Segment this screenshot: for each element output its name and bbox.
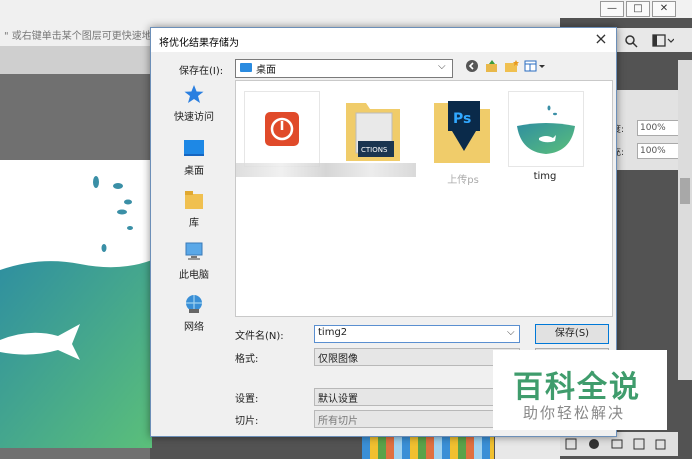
image-thumbnail	[517, 105, 575, 154]
slices-label: 切片:	[235, 416, 259, 427]
ps-canvas[interactable]	[0, 160, 152, 448]
format-value: 仅限图像	[318, 354, 358, 365]
ps-panel-scrollbar[interactable]	[678, 60, 692, 380]
chevron-down-icon: ⌵	[438, 61, 446, 72]
place-label: 快速访问	[174, 112, 214, 123]
place-label: 库	[189, 218, 199, 229]
view-menu-icon[interactable]	[523, 59, 547, 76]
places-bar: 快速访问 桌面 库 此电脑 网络	[159, 80, 229, 350]
ps-document-tab-strip	[0, 46, 160, 74]
new-folder-icon[interactable]	[503, 59, 521, 76]
search-icon[interactable]	[624, 34, 638, 48]
dialog-title: 将优化结果存储为	[159, 38, 239, 49]
dialog-close-button[interactable]: ×	[589, 29, 613, 49]
place-desktop[interactable]: 桌面	[159, 134, 229, 184]
place-label: 桌面	[184, 166, 204, 177]
desktop-icon	[184, 140, 204, 156]
place-network[interactable]: 网络	[159, 290, 229, 340]
file-item[interactable]: Ps 上传ps	[422, 87, 504, 187]
opacity-field[interactable]: 100%	[637, 120, 681, 136]
watermark-subtitle: 助你轻松解决	[523, 404, 626, 422]
ps-folder-icon: Ps	[434, 101, 490, 163]
watermark-title: 百科全说	[513, 370, 641, 405]
filename-label: 文件名(N):	[235, 331, 284, 342]
save-in-label: 保存在(I):	[179, 66, 224, 77]
library-icon	[185, 191, 203, 209]
close-window-icon[interactable]: ✕	[652, 1, 676, 17]
app-shortcut-icon	[265, 112, 299, 146]
minimize-icon[interactable]: —	[600, 1, 624, 17]
format-label: 格式:	[235, 354, 259, 365]
maximize-icon[interactable]: □	[626, 1, 650, 17]
place-label: 此电脑	[179, 270, 209, 281]
fill-field[interactable]: 100%	[637, 143, 681, 159]
svg-text:CTIONS: CTIONS	[361, 146, 388, 154]
watermark: 百科全说 助你轻松解决	[493, 350, 667, 430]
chevron-down-icon: ⌵	[507, 327, 515, 338]
ps-artwork	[0, 176, 152, 448]
dialog-titlebar: 将优化结果存储为 ×	[151, 28, 616, 52]
place-this-pc[interactable]: 此电脑	[159, 238, 229, 288]
star-icon	[184, 85, 204, 103]
layer-actions-icon[interactable]	[564, 437, 674, 451]
save-in-select[interactable]: 桌面 ⌵	[235, 59, 453, 78]
network-icon	[186, 295, 202, 313]
file-item[interactable]: timg	[504, 87, 586, 187]
computer-icon	[185, 242, 203, 260]
format-select[interactable]: 仅限图像	[314, 348, 520, 366]
settings-select[interactable]: 默认设置	[314, 388, 520, 406]
save-button[interactable]: 保存(S)	[535, 324, 609, 344]
ps-scrollbar-thumb[interactable]	[680, 178, 690, 204]
desktop-folder-icon	[240, 63, 252, 72]
place-label: 网络	[184, 322, 204, 333]
file-name: 上传ps	[447, 175, 479, 186]
ps-hint-text: " 或右键单击某个图层可更快速地	[4, 31, 152, 42]
file-name: timg	[533, 171, 557, 182]
filename-input[interactable]: timg2 ⌵	[314, 325, 520, 343]
workspace-switcher-icon[interactable]	[652, 34, 674, 47]
up-folder-icon[interactable]	[483, 59, 501, 76]
settings-value: 默认设置	[318, 394, 358, 405]
place-quick-access[interactable]: 快速访问	[159, 80, 229, 130]
place-library[interactable]: 库	[159, 186, 229, 236]
ps-window-controls: — □ ✕	[560, 0, 692, 18]
blurred-filename	[236, 163, 416, 177]
save-in-value: 桌面	[256, 65, 276, 76]
settings-label: 设置:	[235, 394, 259, 405]
slices-value: 所有切片	[318, 416, 358, 427]
filename-value: timg2	[318, 327, 348, 338]
svg-text:Ps: Ps	[453, 111, 471, 127]
file-list-view[interactable]: CTIONS Ps 上传ps timg	[235, 80, 613, 317]
back-icon[interactable]	[463, 59, 481, 76]
slices-select[interactable]: 所有切片	[314, 410, 520, 428]
actions-folder-icon: CTIONS	[346, 103, 400, 161]
